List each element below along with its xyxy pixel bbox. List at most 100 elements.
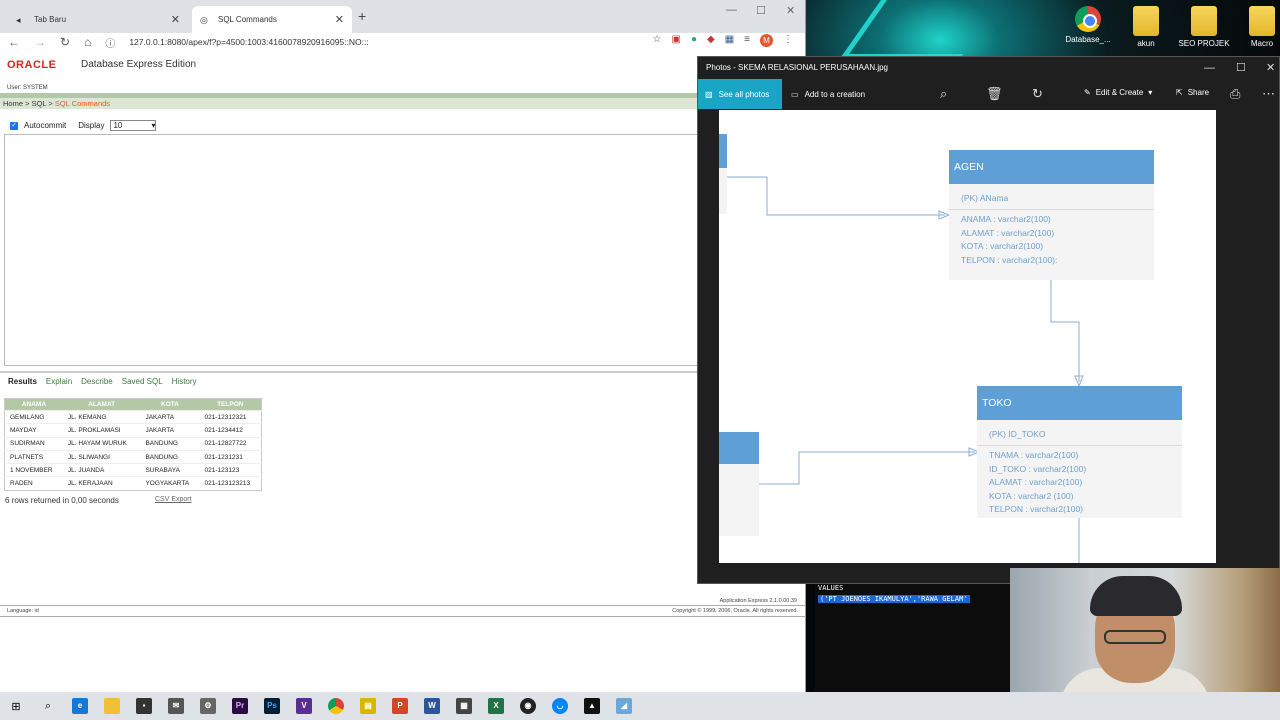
csv-export-link[interactable]: CSV Export [155, 496, 192, 503]
page-icon: ◂ [16, 14, 21, 25]
zoom-icon[interactable]: ⌕ [940, 86, 947, 102]
console-selection: ('PT JOENOES IKAMULYA','RAWA GELAM' [818, 595, 970, 603]
back-icon[interactable]: ← [8, 35, 20, 49]
edge-icon[interactable]: e [64, 692, 96, 720]
primary-key: (PK) ANama [949, 184, 1154, 210]
calculator-icon[interactable]: ▦ [448, 692, 480, 720]
tab-describe[interactable]: Describe [81, 377, 113, 386]
new-tab-button[interactable]: + [358, 8, 366, 24]
photos-title: Photos - SKEMA RELASIONAL PERUSAHAAN.jpg [706, 63, 888, 72]
notepad-icon[interactable]: ▤ [352, 692, 384, 720]
minimize-icon[interactable]: — [726, 4, 737, 16]
tab-history[interactable]: History [172, 377, 197, 386]
info-icon[interactable]: ⓘ [105, 35, 115, 50]
attribute-list: ANAMA : varchar2(100) ALAMAT : varchar2(… [949, 210, 1154, 267]
image-icon: ▨ [705, 89, 713, 99]
minimize-icon[interactable]: — [1204, 57, 1215, 79]
language-label: Language: id [7, 608, 39, 614]
attribute: ALAMAT : varchar2(100) [989, 477, 1083, 487]
windows-start-icon[interactable]: ⊞ [0, 692, 32, 720]
desktop-icon-macro[interactable]: Macro [1236, 6, 1280, 48]
extension-icon[interactable]: ● [691, 34, 697, 47]
extension-icons: ☆ ▣ ● ◆ ▦ ≡ M ⋮ [653, 34, 793, 47]
chevron-down-icon: ▾ [1148, 88, 1153, 97]
see-all-photos-button[interactable]: ▨ See all photos [698, 79, 782, 109]
delete-icon[interactable]: 🗑 [986, 86, 1003, 102]
apex-header: ORACLE Database Express Edition User: SY… [0, 55, 806, 95]
breadcrumb: Home > SQL > SQL Commands [0, 98, 700, 109]
desktop-icon-akun[interactable]: akun [1120, 6, 1172, 48]
photos-window: Photos - SKEMA RELASIONAL PERUSAHAAN.jpg… [697, 56, 1280, 584]
close-tab-icon[interactable]: ✕ [335, 13, 344, 26]
breadcrumb-sql[interactable]: SQL [32, 99, 47, 108]
profile-avatar[interactable]: M [760, 34, 773, 47]
file-explorer-icon[interactable] [96, 692, 128, 720]
primary-key: (PK) ID_TOKO [977, 420, 1182, 446]
console-line: VALUES [818, 584, 844, 592]
table-row: 1 NOVEMBER JL. JUANDA SURABAYA 021-12312… [4, 463, 262, 477]
maximize-icon[interactable]: ☐ [1236, 57, 1246, 79]
desktop-icon-database[interactable]: Database_... [1062, 6, 1114, 48]
autocommit-label: Autocommit [24, 121, 67, 130]
powerpoint-icon[interactable]: P [384, 692, 416, 720]
extension-icon[interactable]: ▣ [672, 34, 681, 47]
tab-saved-sql[interactable]: Saved SQL [122, 377, 163, 386]
chrome-icon [1075, 6, 1101, 32]
settings-icon[interactable]: ⚙ [192, 692, 224, 720]
bookmark-star-icon[interactable]: ☆ [653, 34, 662, 47]
print-icon[interactable]: ⎙ [1230, 86, 1240, 102]
add-to-creation-button[interactable]: ▭ Add to a creation [791, 79, 865, 109]
menu-icon[interactable]: ⋮ [783, 34, 793, 47]
close-tab-icon[interactable]: ✕ [171, 13, 180, 26]
reload-icon[interactable]: ↻ [60, 35, 70, 49]
obs-icon[interactable]: ◉ [512, 692, 544, 720]
rotate-icon[interactable]: ↻ [1032, 86, 1043, 102]
table-row: PLATNETS JL. SLIWANGI BANDUNG 021-123123… [4, 449, 262, 464]
copyright: Copyright © 1999, 2006, Oracle. All righ… [672, 608, 798, 614]
breadcrumb-home[interactable]: Home [3, 99, 23, 108]
sql-icon[interactable]: ◢ [608, 692, 640, 720]
premiere-icon[interactable]: Pr [224, 692, 256, 720]
rows-returned-info: 6 rows returned in 0,00 seconds [5, 496, 119, 505]
close-window-icon[interactable]: ✕ [786, 4, 795, 17]
display-select[interactable]: 10 ▾ [110, 120, 157, 131]
messenger-icon[interactable]: ◡ [544, 692, 576, 720]
address-bar[interactable]: 127.0.0.1:8080/apex/f?p=4500:1003:416007… [129, 37, 368, 47]
autocommit-checkbox[interactable]: ✓ [10, 121, 18, 130]
facebook-icon[interactable]: ▦ [725, 34, 734, 47]
forward-icon[interactable]: → [34, 35, 46, 49]
user-label: User: SYSTEM [7, 85, 48, 91]
word-icon[interactable]: W [416, 692, 448, 720]
share-button[interactable]: ⇱ Share [1176, 88, 1209, 97]
entity-header: AGEN [949, 150, 1154, 184]
tab-sql-commands[interactable]: ◎ SQL Commands ✕ [192, 6, 352, 33]
webcam-overlay [1010, 568, 1280, 692]
sql-editor[interactable] [4, 134, 698, 366]
excel-icon[interactable]: X [480, 692, 512, 720]
home-icon[interactable]: ⌂ [84, 35, 91, 49]
more-icon[interactable]: ⋯ [1262, 86, 1275, 102]
photos-icon[interactable]: ▲ [576, 692, 608, 720]
entity-agen: AGEN (PK) ANama ANAMA : varchar2(100) AL… [949, 150, 1154, 280]
extension-icon[interactable]: ≡ [744, 34, 750, 47]
entity-header: TOKO [977, 386, 1182, 420]
tab-new[interactable]: ◂ Tab Baru ✕ [8, 6, 188, 33]
maximize-icon[interactable]: ☐ [756, 4, 766, 17]
desktop-icons: Database_... akun SEO PROJEK Macro [1062, 6, 1280, 48]
search-icon[interactable]: ⌕ [32, 692, 64, 720]
results-table: ANAMA ALAMAT KOTA TELPON GEMILANG JL. KE… [4, 398, 262, 491]
close-window-icon[interactable]: ✕ [1266, 57, 1275, 79]
person-glasses [1104, 630, 1166, 644]
display-label: Display [78, 121, 105, 130]
extension-icon[interactable]: ◆ [707, 34, 715, 47]
table-row: MAYDAY JL. PROKLAMASI JAKARTA 021-123441… [4, 423, 262, 438]
tab-explain[interactable]: Explain [46, 377, 72, 386]
edit-create-button[interactable]: ✎ Edit & Create ▾ [1084, 88, 1152, 97]
store-icon[interactable]: ▪ [128, 692, 160, 720]
photoshop-icon[interactable]: Ps [256, 692, 288, 720]
desktop-icon-seo-projek[interactable]: SEO PROJEK [1178, 6, 1230, 48]
visual-studio-icon[interactable]: V [288, 692, 320, 720]
mail-icon[interactable]: ✉ [160, 692, 192, 720]
tab-results[interactable]: Results [8, 377, 37, 386]
chrome-icon[interactable] [320, 692, 352, 720]
